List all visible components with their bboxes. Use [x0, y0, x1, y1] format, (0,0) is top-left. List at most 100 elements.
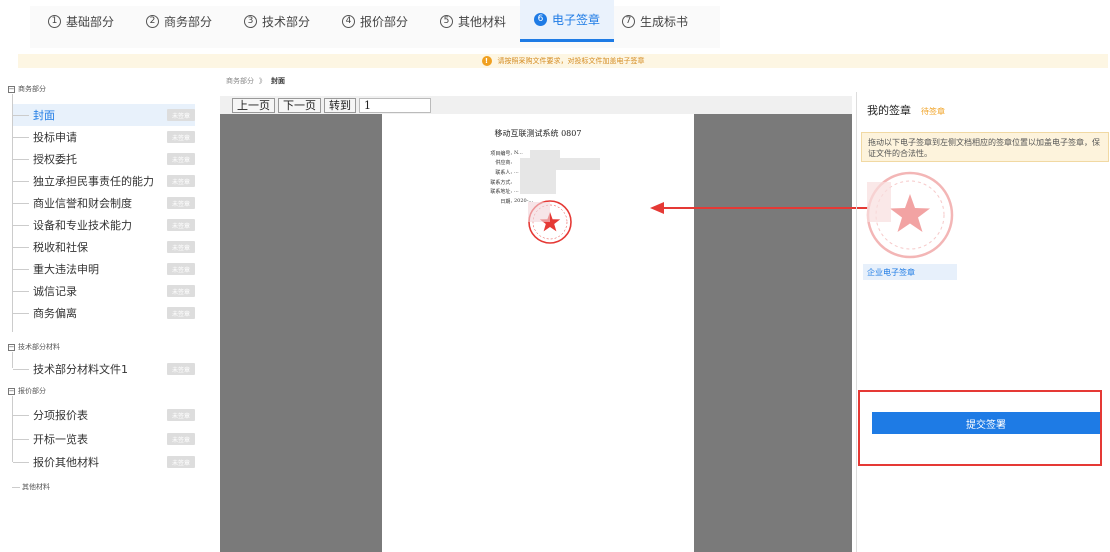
tree-item-cover[interactable]: 封面 未签章: [13, 104, 195, 126]
field-label: 供应商:: [495, 160, 512, 166]
tree-item-opening-summary[interactable]: 开标一览表 未签章: [13, 428, 195, 450]
tree-item-label: 诚信记录: [33, 285, 77, 298]
tab-label: 报价部分: [360, 14, 409, 29]
field-label: 日期:: [500, 199, 512, 205]
page-number-input[interactable]: 1: [359, 97, 431, 113]
unsigned-badge: 未签章: [167, 409, 195, 421]
tree-group-quotation[interactable]: − 报价部分: [8, 386, 46, 396]
goto-page-button[interactable]: 转到: [324, 97, 356, 113]
notice-bar: ! 请按照采购文件要求，对投标文件加盖电子签章: [18, 54, 1108, 68]
document-tree: − 商务部分 封面 未签章 投标申请 未签章 授权委托 未签章 独立承担民事责任…: [0, 76, 210, 552]
tree-item-equipment-tech[interactable]: 设备和专业技术能力 未签章: [13, 214, 195, 236]
group-label: 报价部分: [18, 387, 46, 395]
tree-item-civil-liability[interactable]: 独立承担民事责任的能力 未签章: [13, 170, 195, 192]
tree-item-no-violation[interactable]: 重大违法申明 未签章: [13, 258, 195, 280]
group-label: 其他材料: [22, 483, 50, 491]
tree-group-technical[interactable]: − 技术部分材料: [8, 342, 60, 352]
submit-signature-button[interactable]: 提交签署: [872, 412, 1100, 434]
enterprise-stamp-label[interactable]: 企业电子签章: [863, 264, 957, 280]
breadcrumb-current: 封面: [271, 77, 285, 85]
viewer-toolbar: 上一页 下一页 转到 1: [220, 96, 852, 114]
document-title: 移动互联测试系统 0807: [494, 129, 582, 138]
tree-item-label: 重大违法申明: [33, 263, 99, 276]
collapse-icon[interactable]: −: [8, 85, 15, 93]
unsigned-badge: 未签章: [167, 219, 195, 231]
tree-item-label: 商务偏离: [33, 307, 77, 320]
collapse-icon[interactable]: −: [8, 387, 15, 395]
tree-item-label: 技术部分材料文件1: [33, 363, 128, 376]
tree-group-other[interactable]: 其他材料: [12, 482, 50, 492]
step-number-4: 4: [342, 14, 355, 28]
document-page[interactable]: 移动互联测试系统 0807 项目编号: 供应商: 联系人: 联系方式: 联系地址…: [382, 114, 694, 552]
unsigned-badge: 未签章: [167, 433, 195, 445]
tree-item-credit-finance[interactable]: 商业信誉和财会制度 未签章: [13, 192, 195, 214]
unsigned-badge: 未签章: [167, 363, 195, 375]
collapse-icon[interactable]: −: [8, 343, 15, 351]
tree-item-business-deviation[interactable]: 商务偏离 未签章: [13, 302, 195, 324]
notice-text: 请按照采购文件要求，对投标文件加盖电子签章: [497, 57, 645, 65]
tree-item-tax-social[interactable]: 税收和社保 未签章: [13, 236, 195, 258]
tree-group-business[interactable]: − 商务部分: [8, 84, 46, 94]
tab-label: 技术部分: [262, 14, 311, 29]
field-label: 联系地址:: [490, 189, 512, 195]
unsigned-badge: 未签章: [167, 307, 195, 319]
tree-item-tech-file-1[interactable]: 技术部分材料文件1 未签章: [13, 358, 195, 380]
tree-item-label: 设备和专业技术能力: [33, 219, 132, 232]
tab-quotation[interactable]: 4 报价部分: [342, 0, 408, 42]
unsigned-badge: 未签章: [167, 197, 195, 209]
tab-e-signature[interactable]: 6 电子签章: [520, 0, 615, 42]
redacted-area: [530, 150, 560, 158]
unsigned-badge: 未签章: [167, 153, 195, 165]
tree-item-label: 独立承担民事责任的能力: [33, 175, 154, 188]
unsigned-badge: 未签章: [167, 175, 195, 187]
field-label: 联系方式:: [490, 180, 512, 186]
redacted-area: [520, 170, 556, 194]
tree-item-quote-other[interactable]: 报价其他材料 未签章: [13, 451, 195, 473]
step-number-7: 7: [622, 14, 635, 28]
tab-other-materials[interactable]: 5 其他材料: [440, 0, 506, 42]
drag-arrow-icon: [650, 202, 868, 214]
tree-item-label: 分项报价表: [33, 409, 88, 422]
unsigned-badge: 未签章: [167, 241, 195, 253]
group-label: 商务部分: [18, 85, 46, 93]
breadcrumb-separator: 》: [259, 77, 266, 85]
tab-basic[interactable]: 1 基础部分: [48, 0, 114, 42]
step-tabs: 1 基础部分 2 商务部分 3 技术部分 4 报价部分 5 其他材料 6 电子签…: [0, 0, 1110, 48]
step-number-1: 1: [48, 14, 61, 28]
unsigned-badge: 未签章: [167, 109, 195, 121]
tree-item-label: 封面: [33, 109, 55, 122]
step-number-2: 2: [146, 14, 159, 28]
tab-business[interactable]: 2 商务部分: [146, 0, 212, 42]
tree-item-label: 报价其他材料: [33, 456, 99, 469]
placed-stamp-icon[interactable]: [526, 198, 574, 246]
signature-panel: 我的签章 待签章 拖动以下电子签章到左侧文档相应的签章位置以加盖电子签章，保证文…: [856, 92, 1110, 552]
unsigned-badge: 未签章: [167, 456, 195, 468]
signature-tip: 拖动以下电子签章到左侧文档相应的签章位置以加盖电子签章，保证文件的合法性。: [861, 132, 1109, 162]
tab-technical[interactable]: 3 技术部分: [244, 0, 310, 42]
unsigned-badge: 未签章: [167, 285, 195, 297]
step-number-3: 3: [244, 14, 257, 28]
tree-item-label: 商业信誉和财会制度: [33, 197, 132, 210]
tab-label: 商务部分: [164, 14, 213, 29]
tab-label: 基础部分: [66, 14, 115, 29]
tree-item-label: 税收和社保: [33, 241, 88, 254]
step-number-5: 5: [440, 14, 453, 28]
tree-item-itemized-quote[interactable]: 分项报价表 未签章: [13, 404, 195, 426]
field-label: 项目编号:: [490, 151, 512, 157]
next-page-button[interactable]: 下一页: [278, 97, 321, 113]
tree-item-authorization[interactable]: 授权委托 未签章: [13, 148, 195, 170]
redacted-area: [520, 158, 600, 170]
document-viewer[interactable]: 移动互联测试系统 0807 项目编号: 供应商: 联系人: 联系方式: 联系地址…: [220, 114, 852, 552]
warning-icon: !: [481, 56, 492, 66]
tab-label: 电子签章: [552, 13, 601, 27]
prev-page-button[interactable]: 上一页: [232, 97, 275, 113]
signature-status: 待签章: [921, 107, 945, 116]
field-label: 联系人:: [495, 170, 512, 176]
step-number-6: 6: [534, 13, 547, 26]
tree-item-bid-application[interactable]: 投标申请 未签章: [13, 126, 195, 148]
enterprise-stamp-icon[interactable]: [863, 168, 957, 262]
breadcrumb-parent[interactable]: 商务部分: [226, 76, 254, 86]
tree-item-integrity[interactable]: 诚信记录 未签章: [13, 280, 195, 302]
tab-generate-bid[interactable]: 7 生成标书: [622, 0, 688, 42]
group-label: 技术部分材料: [18, 343, 60, 351]
